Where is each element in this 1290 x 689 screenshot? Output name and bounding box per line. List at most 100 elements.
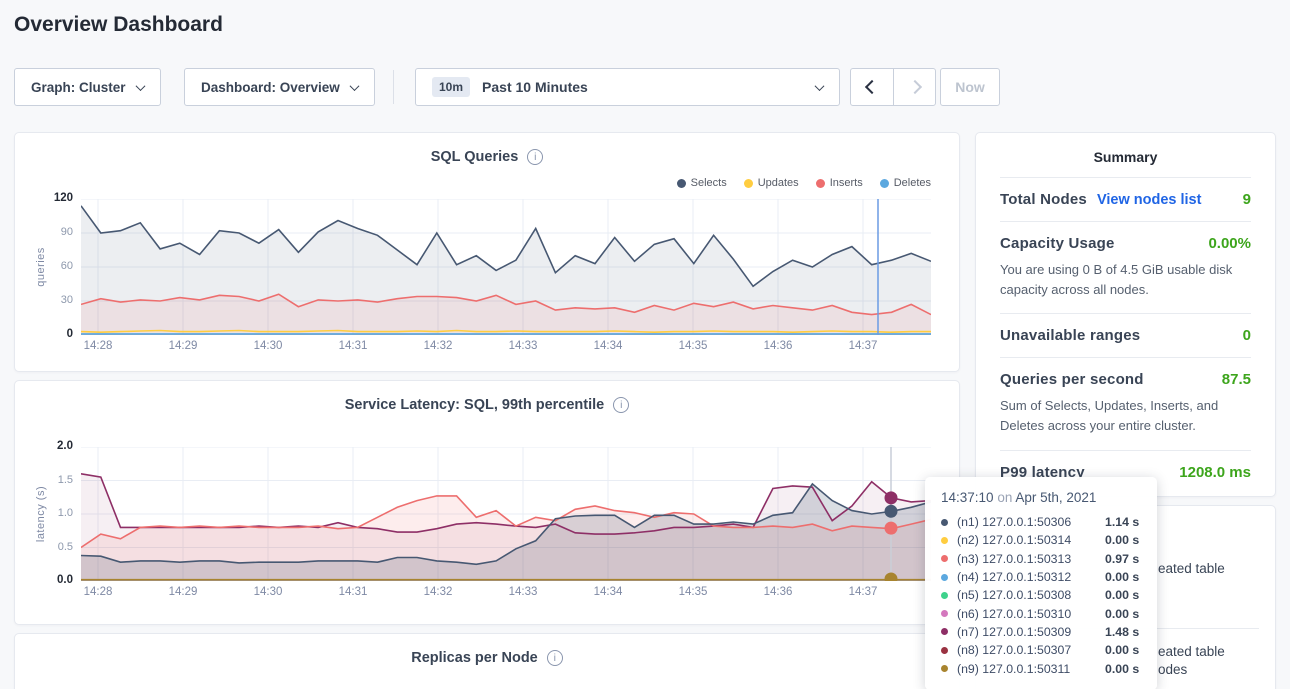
y-axis-tick: 1.5 bbox=[29, 474, 73, 486]
x-axis-tick: 14:35 bbox=[673, 586, 713, 598]
x-axis-tick: 14:28 bbox=[78, 586, 118, 598]
y-axis-unit: queries bbox=[35, 247, 47, 287]
y-axis-tick: 0 bbox=[29, 328, 73, 340]
info-icon[interactable]: i bbox=[547, 650, 563, 666]
legend-item-updates[interactable]: Updates bbox=[744, 177, 799, 189]
chart-title-row: Service Latency: SQL, 99th percentile i bbox=[15, 397, 959, 413]
x-axis-tick: 14:33 bbox=[503, 340, 543, 352]
tooltip-date: Apr 5th, 2021 bbox=[1015, 490, 1096, 505]
legend-item-inserts[interactable]: Inserts bbox=[816, 177, 863, 189]
series-dot-icon bbox=[941, 537, 948, 544]
chevron-left-icon bbox=[865, 80, 879, 94]
time-nav-group bbox=[850, 68, 936, 106]
summary-row-capacity: Capacity Usage 0.00% You are using 0 B o… bbox=[1000, 221, 1251, 313]
qps-label: Queries per second bbox=[1000, 371, 1144, 388]
unavailable-label: Unavailable ranges bbox=[1000, 327, 1140, 344]
series-dot-icon bbox=[941, 519, 948, 526]
total-nodes-value: 9 bbox=[1243, 191, 1251, 208]
prev-range-button[interactable] bbox=[851, 69, 893, 105]
dashboard-dropdown[interactable]: Dashboard: Overview bbox=[184, 68, 375, 106]
tooltip-row: (n6) 127.0.0.1:503100.00 s bbox=[941, 604, 1141, 622]
graph-dropdown-label: Graph: Cluster bbox=[31, 80, 126, 95]
replicas-per-node-panel: Replicas per Node i bbox=[14, 633, 960, 689]
chart-title-row: Replicas per Node i bbox=[15, 650, 959, 666]
y-axis-tick: 0.5 bbox=[29, 541, 73, 553]
tooltip-time: 14:37:10 bbox=[941, 490, 994, 505]
y-axis-tick: 0.0 bbox=[29, 574, 73, 586]
time-range-selector[interactable]: 10m Past 10 Minutes bbox=[415, 68, 840, 106]
series-dot-icon bbox=[941, 665, 948, 672]
tooltip-row: (n4) 127.0.0.1:503120.00 s bbox=[941, 568, 1141, 586]
time-range-label: Past 10 Minutes bbox=[482, 79, 588, 95]
x-axis-tick: 14:37 bbox=[843, 340, 883, 352]
event-item-text: eated table bbox=[1158, 644, 1225, 659]
capacity-desc: You are using 0 B of 4.5 GiB usable disk… bbox=[1000, 260, 1251, 300]
x-axis-tick: 14:32 bbox=[418, 340, 458, 352]
sql-queries-chart[interactable] bbox=[81, 199, 931, 335]
series-dot-icon bbox=[941, 628, 948, 635]
now-button-label: Now bbox=[955, 79, 985, 95]
legend-dot bbox=[744, 179, 753, 188]
chart-title: Service Latency: SQL, 99th percentile bbox=[345, 397, 605, 413]
series-dot-icon bbox=[941, 574, 948, 581]
legend-dot bbox=[677, 179, 686, 188]
x-axis-tick: 14:29 bbox=[163, 586, 203, 598]
chart-legend: Selects Updates Inserts Deletes bbox=[677, 177, 931, 189]
capacity-label: Capacity Usage bbox=[1000, 235, 1115, 252]
tooltip-row: (n7) 127.0.0.1:503091.48 s bbox=[941, 623, 1141, 641]
qps-desc: Sum of Selects, Updates, Inserts, and De… bbox=[1000, 396, 1251, 436]
summary-title: Summary bbox=[1000, 149, 1251, 165]
summary-row-unavailable-ranges: Unavailable ranges 0 bbox=[1000, 313, 1251, 357]
x-axis-tick: 14:36 bbox=[758, 586, 798, 598]
tooltip-row: (n8) 127.0.0.1:503070.00 s bbox=[941, 641, 1141, 659]
x-axis-tick: 14:34 bbox=[588, 586, 628, 598]
x-axis-tick: 14:28 bbox=[78, 340, 118, 352]
tooltip-row: (n5) 127.0.0.1:503080.00 s bbox=[941, 586, 1141, 604]
x-axis-tick: 14:34 bbox=[588, 340, 628, 352]
info-icon[interactable]: i bbox=[613, 397, 629, 413]
y-axis-tick: 90 bbox=[29, 226, 73, 238]
y-axis-tick: 2.0 bbox=[29, 440, 73, 452]
unavailable-value: 0 bbox=[1243, 327, 1251, 344]
legend-dot bbox=[816, 179, 825, 188]
service-latency-chart[interactable] bbox=[81, 447, 931, 581]
x-axis-tick: 14:36 bbox=[758, 340, 798, 352]
summary-row-total-nodes: Total Nodes View nodes list 9 bbox=[1000, 177, 1251, 221]
legend-item-selects[interactable]: Selects bbox=[677, 177, 727, 189]
x-axis-tick: 14:35 bbox=[673, 340, 713, 352]
x-axis-tick: 14:33 bbox=[503, 586, 543, 598]
next-range-button[interactable] bbox=[893, 69, 935, 105]
view-nodes-link[interactable]: View nodes list bbox=[1097, 192, 1202, 208]
dashboard-dropdown-label: Dashboard: Overview bbox=[201, 80, 340, 95]
chart-title-row: SQL Queries i bbox=[15, 149, 959, 165]
event-item-text: odes bbox=[1158, 662, 1187, 677]
legend-item-deletes[interactable]: Deletes bbox=[880, 177, 931, 189]
now-button[interactable]: Now bbox=[940, 68, 1000, 106]
capacity-value: 0.00% bbox=[1208, 235, 1251, 252]
info-icon[interactable]: i bbox=[527, 149, 543, 165]
tooltip-row: (n9) 127.0.0.1:503110.00 s bbox=[941, 659, 1141, 677]
chevron-down-icon bbox=[349, 81, 359, 91]
tooltip-header: 14:37:10 on Apr 5th, 2021 bbox=[941, 490, 1141, 505]
chart-title: Replicas per Node bbox=[411, 650, 538, 666]
page-title: Overview Dashboard bbox=[14, 13, 223, 37]
series-dot-icon bbox=[941, 610, 948, 617]
tooltip-row: (n1) 127.0.0.1:503061.14 s bbox=[941, 513, 1141, 531]
graph-dropdown[interactable]: Graph: Cluster bbox=[14, 68, 161, 106]
x-axis-tick: 14:31 bbox=[333, 586, 373, 598]
series-dot-icon bbox=[941, 647, 948, 654]
summary-panel: Summary Total Nodes View nodes list 9 Ca… bbox=[975, 132, 1276, 497]
chevron-down-icon bbox=[815, 81, 825, 91]
legend-dot bbox=[880, 179, 889, 188]
sql-queries-panel: SQL Queries i Selects Updates Inserts Delet… bbox=[14, 132, 960, 372]
x-axis: 14:2814:2914:3014:3114:3214:3314:3414:35… bbox=[81, 586, 931, 600]
series-dot-icon bbox=[941, 592, 948, 599]
chevron-right-icon bbox=[907, 80, 921, 94]
x-axis-tick: 14:32 bbox=[418, 586, 458, 598]
qps-value: 87.5 bbox=[1222, 371, 1251, 388]
x-axis-tick: 14:29 bbox=[163, 340, 203, 352]
total-nodes-label: Total Nodes bbox=[1000, 191, 1087, 208]
x-axis-tick: 14:31 bbox=[333, 340, 373, 352]
x-axis-tick: 14:30 bbox=[248, 340, 288, 352]
event-item-text: eated table bbox=[1158, 561, 1225, 576]
